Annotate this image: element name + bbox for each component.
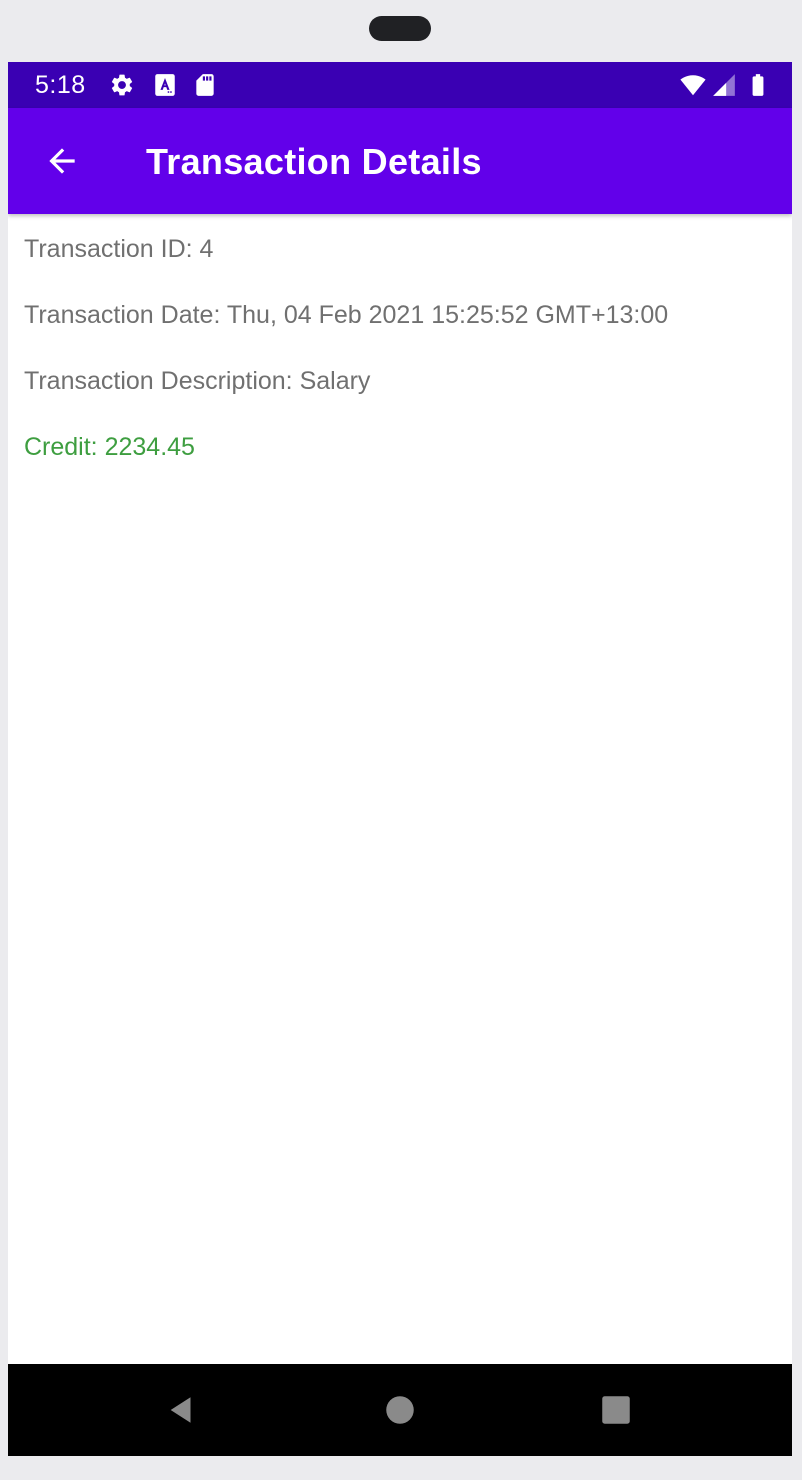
battery-icon xyxy=(752,74,764,96)
transaction-credit: Credit: 2234.45 xyxy=(24,433,195,461)
app-bar: Transaction Details xyxy=(8,108,792,214)
device-frame: 5:18 Transaction Details Transaction ID:… xyxy=(0,0,802,1480)
status-time: 5:18 xyxy=(35,71,86,99)
a-text-icon xyxy=(155,74,175,96)
transaction-description: Transaction Description: Salary xyxy=(24,367,371,395)
back-button[interactable] xyxy=(26,125,98,197)
wifi-icon xyxy=(680,75,706,96)
transaction-date: Transaction Date: Thu, 04 Feb 2021 15:25… xyxy=(24,301,669,329)
nav-recents-button[interactable] xyxy=(596,1390,636,1430)
nav-back-button[interactable] xyxy=(162,1390,202,1430)
back-triangle-icon xyxy=(170,1397,191,1423)
device-speaker xyxy=(369,16,431,41)
arrow-left-icon xyxy=(49,148,75,174)
navigation-bar xyxy=(8,1364,792,1456)
home-circle-icon xyxy=(386,1396,414,1424)
phone-screen: 5:18 Transaction Details Transaction ID:… xyxy=(8,62,792,1456)
page-title: Transaction Details xyxy=(146,141,482,182)
transaction-id: Transaction ID: 4 xyxy=(24,235,214,263)
cell-signal-icon xyxy=(713,74,735,96)
status-bar: 5:18 xyxy=(8,62,792,108)
recents-square-icon xyxy=(602,1396,630,1424)
sd-card-icon xyxy=(196,74,214,96)
nav-home-button[interactable] xyxy=(380,1390,420,1430)
gear-icon xyxy=(111,74,133,96)
